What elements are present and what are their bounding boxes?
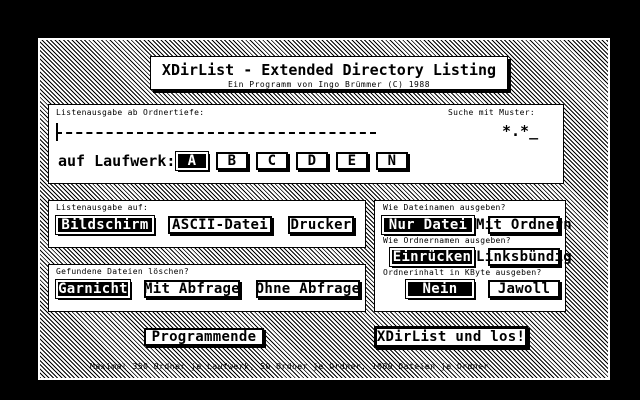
depth-label: Listenausgabe ab Ordnertiefe: [56, 108, 205, 117]
status-line: Maximal 350 Ordner je Laufwerk, 50 Ordne… [90, 362, 489, 371]
filenames-nur-datei-button[interactable]: Nur Datei [381, 215, 475, 235]
drive-n-button[interactable]: N [376, 152, 408, 170]
pattern-label: Suche mit Muster: [448, 108, 535, 117]
path-depth-input[interactable] [56, 123, 376, 141]
app-subtitle: Ein Programm von Ingo Brümmer (C) 1988 [227, 80, 431, 89]
drive-c-button[interactable]: C [256, 152, 288, 170]
delete-mit-abfrage-button[interactable]: Mit Abfrage [144, 280, 240, 298]
title-box: XDirList - Extended Directory Listing Ei… [150, 56, 508, 90]
run-button[interactable]: XDirList und los! [374, 326, 528, 348]
delete-ohne-abfrage-button[interactable]: Ohne Abfrage [256, 280, 360, 298]
filenames-mit-ordnern-button[interactable]: Mit Ordnern [476, 216, 572, 234]
input-underline [56, 132, 376, 134]
foldernames-einr-cken-button[interactable]: Einrücken [389, 247, 475, 267]
drive-b-button[interactable]: B [216, 152, 248, 170]
output-drucker-button[interactable]: Drucker [288, 216, 354, 234]
foldernames-linksb-ndig-button[interactable]: Linksbündig [476, 248, 572, 266]
kbyte-jawoll-button[interactable]: Jawoll [488, 280, 560, 298]
delete-label: Gefundene Dateien löschen? [56, 267, 190, 276]
kbyte-nein-button[interactable]: Nein [405, 279, 475, 299]
pattern-input[interactable]: *.*_ [502, 122, 538, 140]
output-label: Listenausgabe auf: [56, 203, 149, 212]
kbyte-label: Ordnerinhalt in KByte ausgeben? [383, 268, 542, 277]
drive-label: auf Laufwerk: [58, 152, 176, 170]
delete-garnicht-button[interactable]: Garnicht [55, 279, 131, 299]
quit-button[interactable]: Programmende [144, 328, 264, 346]
output-ascii-datei-button[interactable]: ASCII-Datei [168, 216, 272, 234]
output-bildschirm-button[interactable]: Bildschirm [55, 215, 155, 235]
foldernames-label: Wie Ordnernamen ausgeben? [383, 236, 511, 245]
drive-e-button[interactable]: E [336, 152, 368, 170]
drive-d-button[interactable]: D [296, 152, 328, 170]
drive-a-button[interactable]: A [175, 151, 209, 171]
filenames-label: Wie Dateinamen ausgeben? [383, 203, 506, 212]
app-title: XDirList - Extended Directory Listing [161, 61, 497, 79]
